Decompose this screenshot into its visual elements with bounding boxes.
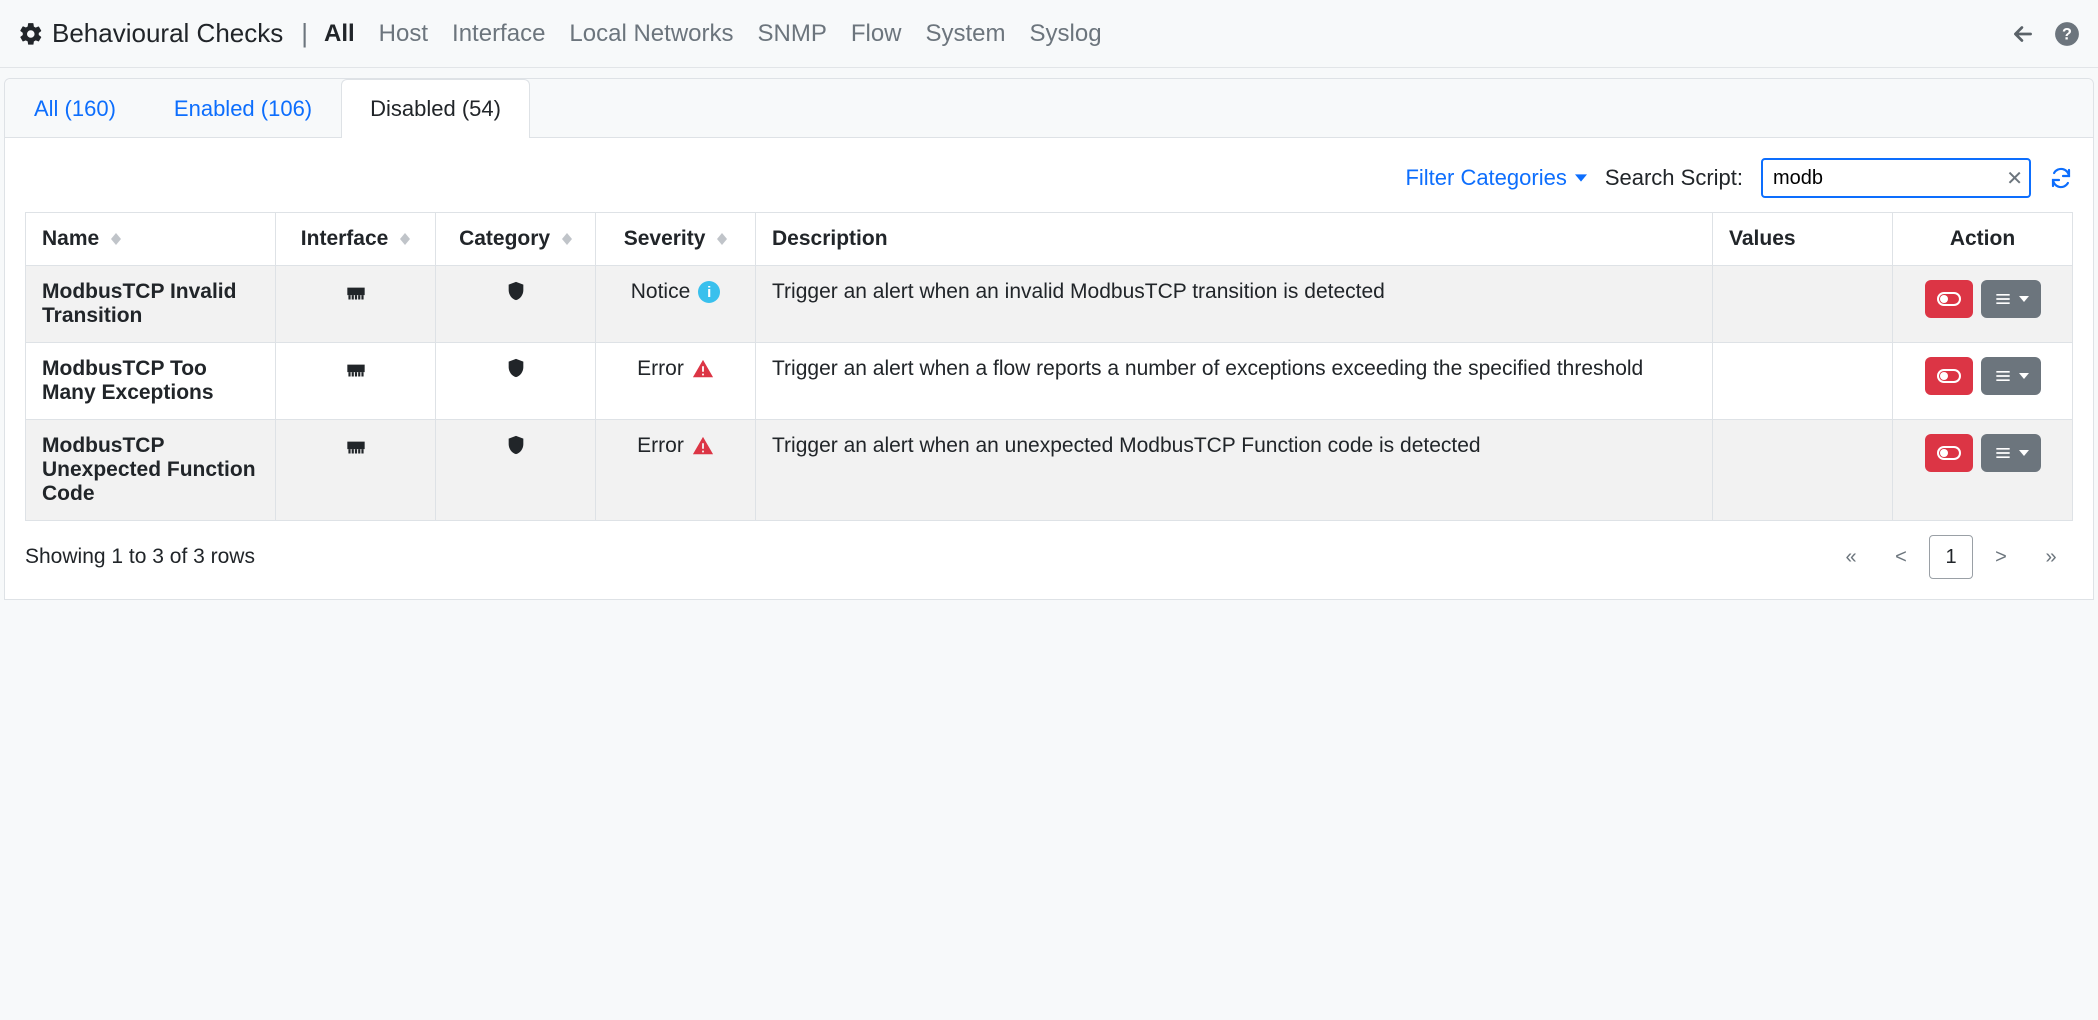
sort-icon: [111, 233, 121, 245]
sort-icon: [400, 233, 410, 245]
search-label: Search Script:: [1605, 165, 1743, 191]
cell-category: [436, 266, 596, 343]
nav-item-interface[interactable]: Interface: [452, 20, 545, 48]
menu-button[interactable]: [1981, 280, 2041, 318]
cell-interface: [276, 420, 436, 521]
cell-values: [1713, 343, 1893, 420]
table-row: ModbusTCP Unexpected Function CodeError …: [26, 420, 2073, 521]
cell-severity: Error: [596, 343, 756, 420]
page-button[interactable]: >: [1979, 535, 2023, 579]
toggle-button[interactable]: [1925, 280, 1973, 318]
cell-name: ModbusTCP Unexpected Function Code: [26, 420, 276, 521]
col-name-label: Name: [42, 227, 99, 250]
cell-severity: Error: [596, 420, 756, 521]
network-icon: [343, 365, 369, 388]
warning-icon: [692, 435, 714, 457]
col-category-label: Category: [459, 227, 550, 250]
col-description: Description: [756, 213, 1713, 266]
toggle-button[interactable]: [1925, 434, 1973, 472]
cell-category: [436, 343, 596, 420]
severity-label: Error: [637, 434, 684, 458]
page-button[interactable]: «: [1829, 535, 1873, 579]
col-action: Action: [1893, 213, 2073, 266]
severity-label: Notice: [631, 280, 691, 304]
info-icon: i: [698, 281, 720, 303]
col-interface-label: Interface: [301, 227, 389, 250]
tab-enabled[interactable]: Enabled (106): [145, 79, 341, 138]
col-name[interactable]: Name: [26, 213, 276, 266]
menu-button[interactable]: [1981, 357, 2041, 395]
caret-down-icon: [1575, 174, 1587, 182]
table-footer: Showing 1 to 3 of 3 rows «<1>»: [5, 521, 2093, 599]
nav-item-host[interactable]: Host: [379, 20, 428, 48]
col-interface[interactable]: Interface: [276, 213, 436, 266]
cell-interface: [276, 343, 436, 420]
cell-category: [436, 420, 596, 521]
back-button[interactable]: [2010, 21, 2036, 47]
nav-item-all[interactable]: All: [324, 20, 355, 48]
cell-action: [1893, 343, 2073, 420]
search-input[interactable]: [1761, 158, 2031, 198]
cell-description: Trigger an alert when a flow reports a n…: [756, 343, 1713, 420]
cell-interface: [276, 266, 436, 343]
col-severity-label: Severity: [624, 227, 706, 250]
table-row: ModbusTCP Too Many Exceptions Error Trigg…: [26, 343, 2073, 420]
filter-categories-label: Filter Categories: [1405, 165, 1566, 191]
cell-values: [1713, 266, 1893, 343]
page-button[interactable]: <: [1879, 535, 1923, 579]
col-severity[interactable]: Severity: [596, 213, 756, 266]
refresh-button[interactable]: [2049, 166, 2073, 190]
page-header: Behavioural Checks | All Host Interface Loc…: [0, 0, 2098, 68]
network-icon: [343, 288, 369, 311]
gear-icon: [18, 21, 44, 47]
col-description-label: Description: [772, 227, 888, 250]
sort-icon: [562, 233, 572, 245]
title-separator: |: [301, 18, 308, 49]
pager: «<1>»: [1829, 535, 2073, 579]
help-button[interactable]: [2054, 21, 2080, 47]
col-category[interactable]: Category: [436, 213, 596, 266]
sort-icon: [717, 233, 727, 245]
nav-item-system[interactable]: System: [926, 20, 1006, 48]
col-values-label: Values: [1729, 227, 1796, 250]
table-body: ModbusTCP Invalid TransitionNotice iTrig…: [26, 266, 2073, 521]
cell-description: Trigger an alert when an invalid ModbusT…: [756, 266, 1713, 343]
title-text: Behavioural Checks: [52, 18, 283, 49]
nav-item-syslog[interactable]: Syslog: [1030, 20, 1102, 48]
cell-name: ModbusTCP Invalid Transition: [26, 266, 276, 343]
cell-action: [1893, 266, 2073, 343]
menu-button[interactable]: [1981, 434, 2041, 472]
warning-icon: [692, 358, 714, 380]
nav-item-flow[interactable]: Flow: [851, 20, 902, 48]
shield-icon: [505, 284, 527, 307]
col-action-label: Action: [1950, 227, 2015, 250]
tab-disabled[interactable]: Disabled (54): [341, 79, 530, 138]
cell-description: Trigger an alert when an unexpected Modb…: [756, 420, 1713, 521]
shield-icon: [505, 438, 527, 461]
clear-search-icon[interactable]: ✕: [2006, 166, 2023, 191]
rows-summary: Showing 1 to 3 of 3 rows: [25, 545, 255, 569]
tab-all[interactable]: All (160): [5, 79, 145, 138]
checks-table: Name Interface Category Severity Descrip…: [25, 212, 2073, 521]
header-nav: All Host Interface Local Networks SNMP Flow Sy…: [324, 20, 1102, 48]
cell-name: ModbusTCP Too Many Exceptions: [26, 343, 276, 420]
tabs-bar: All (160) Enabled (106) Disabled (54): [5, 79, 2093, 138]
cell-action: [1893, 420, 2073, 521]
shield-icon: [505, 361, 527, 384]
filter-categories-dropdown[interactable]: Filter Categories: [1405, 165, 1586, 191]
content-panel: All (160) Enabled (106) Disabled (54) Fi…: [4, 78, 2094, 600]
toggle-button[interactable]: [1925, 357, 1973, 395]
page-button[interactable]: »: [2029, 535, 2073, 579]
col-values: Values: [1713, 213, 1893, 266]
cell-values: [1713, 420, 1893, 521]
cell-severity: Notice i: [596, 266, 756, 343]
table-toolbar: Filter Categories Search Script: ✕: [5, 138, 2093, 212]
nav-item-snmp[interactable]: SNMP: [757, 20, 826, 48]
network-icon: [343, 442, 369, 465]
severity-label: Error: [637, 357, 684, 381]
page-title: Behavioural Checks |: [52, 18, 316, 49]
page-button[interactable]: 1: [1929, 535, 1973, 579]
table-row: ModbusTCP Invalid TransitionNotice iTrig…: [26, 266, 2073, 343]
nav-item-local-networks[interactable]: Local Networks: [569, 20, 733, 48]
